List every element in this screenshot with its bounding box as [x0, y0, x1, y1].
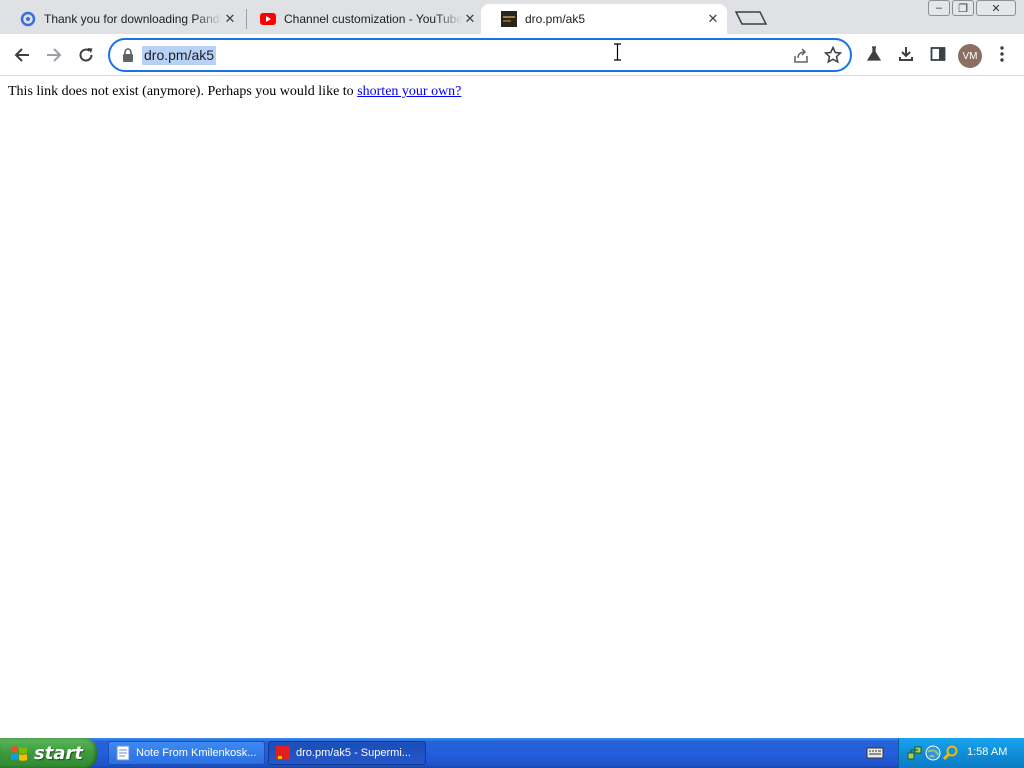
tab-close-icon[interactable]: ✕ [705, 11, 721, 27]
taskbar-item-browser[interactable]: dro.pm/ak5 - Supermi... [268, 741, 426, 765]
back-button[interactable] [8, 41, 36, 69]
youtube-favicon-icon [260, 11, 276, 27]
shorten-link[interactable]: shorten your own? [357, 84, 461, 99]
share-icon[interactable] [792, 47, 810, 65]
tab-youtube-studio[interactable]: Channel customization - YouTube Studio ✕ [240, 4, 484, 34]
not-found-message: This link does not exist (anymore). Perh… [8, 84, 461, 100]
labs-flask-icon[interactable] [864, 44, 884, 64]
tab-panda[interactable]: Thank you for downloading Panda Security… [0, 4, 244, 34]
tab-close-icon[interactable]: ✕ [462, 11, 478, 27]
taskbar-item-label: Note From Kmilenkosk... [136, 747, 257, 759]
browser-toolbar: dro.pm/ak5 VM [0, 34, 1024, 76]
tab-close-icon[interactable]: ✕ [222, 11, 238, 27]
address-bar[interactable]: dro.pm/ak5 [108, 38, 852, 72]
globe-icon[interactable] [925, 745, 941, 761]
lock-icon[interactable] [122, 48, 134, 62]
restore-button[interactable]: ❐ [952, 0, 974, 16]
profile-avatar[interactable]: VM [958, 44, 982, 68]
start-label: start [34, 742, 83, 764]
tab-title: Channel customization - YouTube Studio [284, 12, 462, 26]
keyboard-icon[interactable] [866, 745, 884, 761]
tab-title: dro.pm/ak5 [525, 12, 586, 26]
search-icon[interactable] [943, 745, 959, 761]
minimize-button[interactable]: – [928, 0, 950, 16]
message-text: This link does not exist (anymore). Perh… [8, 84, 358, 99]
browser-icon [276, 746, 290, 760]
forward-button[interactable] [40, 41, 68, 69]
tab-title: Thank you for downloading Panda Security [44, 12, 222, 26]
bookmark-star-icon[interactable] [824, 46, 842, 64]
taskbar: start Note From Kmilenkosk... dro.pm/ak5… [0, 738, 1024, 768]
page-content: This link does not exist (anymore). Perh… [0, 77, 1024, 738]
tab-dro-pm[interactable]: dro.pm/ak5 ✕ [481, 4, 727, 34]
taskbar-item-label: dro.pm/ak5 - Supermi... [296, 747, 411, 759]
menu-kebab-icon[interactable] [992, 44, 1012, 64]
network-icon[interactable] [907, 745, 923, 761]
download-icon[interactable] [896, 44, 916, 64]
notepad-icon [116, 745, 130, 761]
tab-strip: Thank you for downloading Panda Security… [0, 0, 1024, 34]
reload-icon [79, 48, 93, 62]
system-tray: 1:58 AM [898, 738, 1024, 768]
text-cursor-icon [614, 43, 621, 61]
taskbar-item-notepad[interactable]: Note From Kmilenkosk... [108, 741, 265, 765]
site-favicon-icon [501, 11, 517, 27]
side-panel-icon[interactable] [928, 44, 948, 64]
forward-icon [47, 48, 62, 62]
clock[interactable]: 1:58 AM [967, 746, 1007, 758]
panda-favicon-icon [20, 11, 36, 27]
windows-logo-icon [11, 746, 27, 761]
window-controls: – ❐ ✕ [926, 0, 1016, 18]
back-icon [14, 48, 29, 62]
close-button[interactable]: ✕ [976, 0, 1016, 16]
new-tab-icon[interactable] [734, 9, 768, 27]
reload-button[interactable] [72, 41, 100, 69]
start-button[interactable]: start [0, 738, 97, 768]
url-text[interactable]: dro.pm/ak5 [142, 46, 217, 65]
